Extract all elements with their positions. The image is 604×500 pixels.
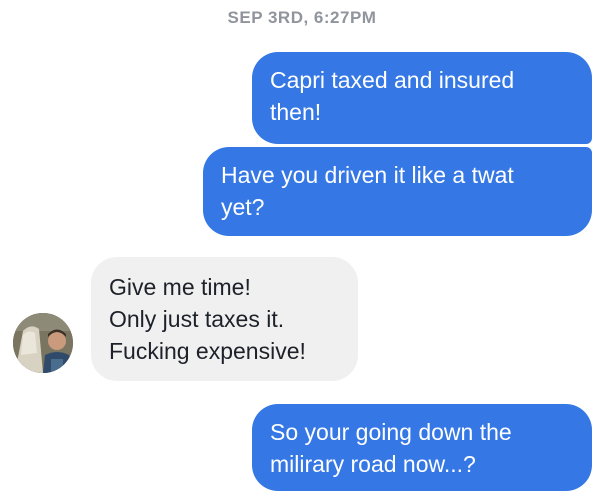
message-text-line: Fucking expensive! <box>109 338 306 364</box>
incoming-message-bubble[interactable]: Give me time! Only just taxes it. Fuckin… <box>91 257 358 381</box>
message-text-line: Only just taxes it. <box>109 306 285 332</box>
message-text-line: Give me time! <box>109 274 251 300</box>
outgoing-message-bubble[interactable]: So your going down the milirary road now… <box>252 404 592 491</box>
message-text-line: milirary road now...? <box>270 451 476 477</box>
message-text-line: Have you driven it like a twat <box>221 162 514 188</box>
user-photo-avatar-icon <box>13 313 73 373</box>
outgoing-message-bubble[interactable]: Have you driven it like a twat yet? <box>203 147 592 236</box>
message-text-line: Capri taxed and insured <box>270 67 515 93</box>
message-timestamp: SEP 3RD, 6:27PM <box>227 8 377 27</box>
message-text-line: So your going down the <box>270 419 512 445</box>
sender-avatar[interactable] <box>13 313 73 373</box>
message-text-line: then! <box>270 99 322 125</box>
message-text-line: yet? <box>221 194 265 220</box>
outgoing-message-bubble[interactable]: Capri taxed and insured then! <box>252 52 592 144</box>
